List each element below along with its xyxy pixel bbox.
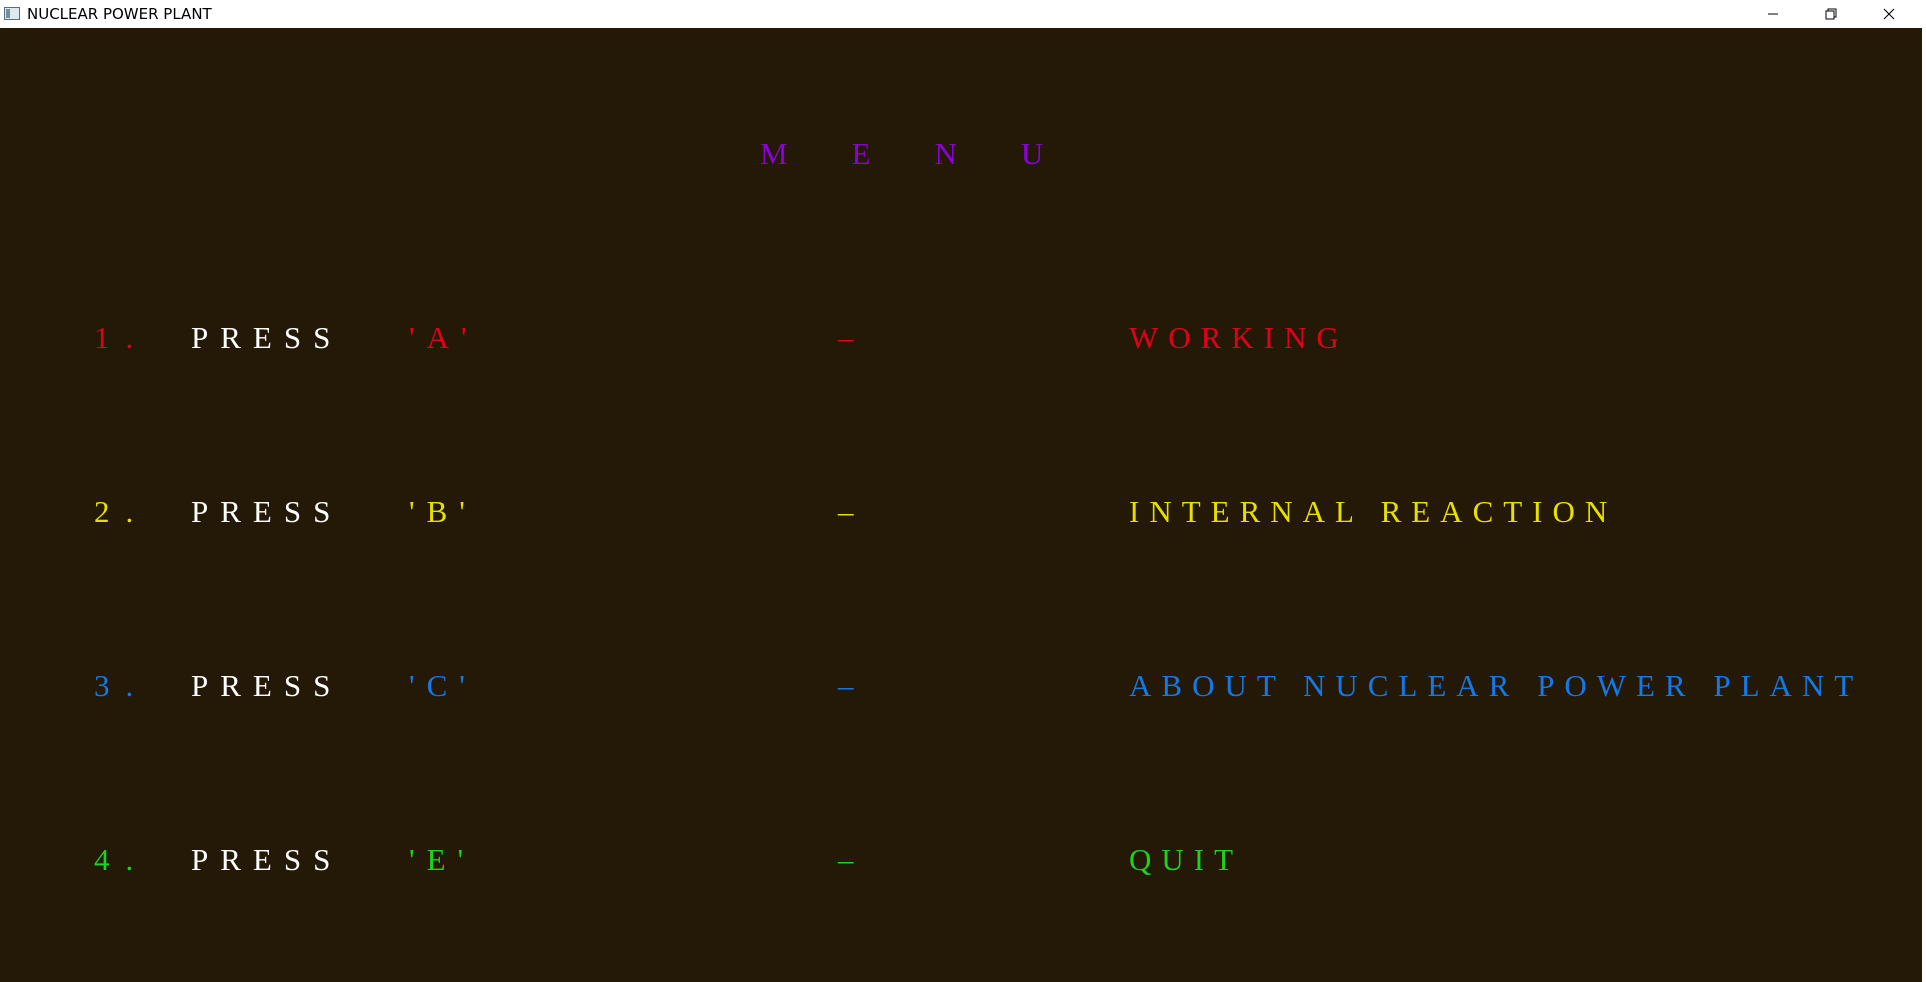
key-label: 'C' <box>409 668 477 703</box>
separator-dash: – <box>838 320 854 355</box>
separator-dash: – <box>838 842 854 877</box>
menu-title: MENU <box>760 136 1108 171</box>
restore-button[interactable] <box>1802 0 1860 28</box>
menu-item-quit[interactable]: 4. PRESS 'E' – QUIT <box>0 838 1920 882</box>
menu-item-about[interactable]: 3. PRESS 'C' – ABOUT NUCLEAR POWER PLANT <box>0 664 1920 708</box>
option-label: INTERNAL REACTION <box>1129 494 1618 529</box>
app-icon <box>4 7 20 20</box>
application-window: NUCLEAR POWER PLANT MENU 1. PRESS 'A' – <box>0 0 1926 982</box>
menu-canvas: MENU 1. PRESS 'A' – WORKING 2. PRESS 'B'… <box>0 28 1926 982</box>
item-number: 4. <box>94 842 150 877</box>
scrollbar[interactable] <box>1922 28 1926 982</box>
item-number: 3. <box>94 668 150 703</box>
minimize-button[interactable] <box>1744 0 1802 28</box>
option-label: ABOUT NUCLEAR POWER PLANT <box>1129 668 1864 703</box>
key-label: 'A' <box>409 320 479 355</box>
window-title: NUCLEAR POWER PLANT <box>27 5 212 23</box>
option-label: QUIT <box>1129 842 1244 877</box>
press-label: PRESS <box>191 668 343 703</box>
key-label: 'E' <box>409 842 476 877</box>
press-label: PRESS <box>191 494 343 529</box>
item-number: 2. <box>94 494 150 529</box>
item-number: 1. <box>94 320 150 355</box>
restore-icon <box>1825 8 1837 20</box>
close-icon <box>1883 8 1895 20</box>
key-label: 'B' <box>409 494 477 529</box>
menu-item-internal-reaction[interactable]: 2. PRESS 'B' – INTERNAL REACTION <box>0 490 1920 534</box>
title-bar[interactable]: NUCLEAR POWER PLANT <box>0 0 1926 28</box>
option-label: WORKING <box>1129 320 1349 355</box>
press-label: PRESS <box>191 320 343 355</box>
separator-dash: – <box>838 494 854 529</box>
separator-dash: – <box>838 668 854 703</box>
press-label: PRESS <box>191 842 343 877</box>
menu-item-working[interactable]: 1. PRESS 'A' – WORKING <box>0 316 1920 360</box>
minimize-icon <box>1768 13 1778 15</box>
close-button[interactable] <box>1860 0 1918 28</box>
